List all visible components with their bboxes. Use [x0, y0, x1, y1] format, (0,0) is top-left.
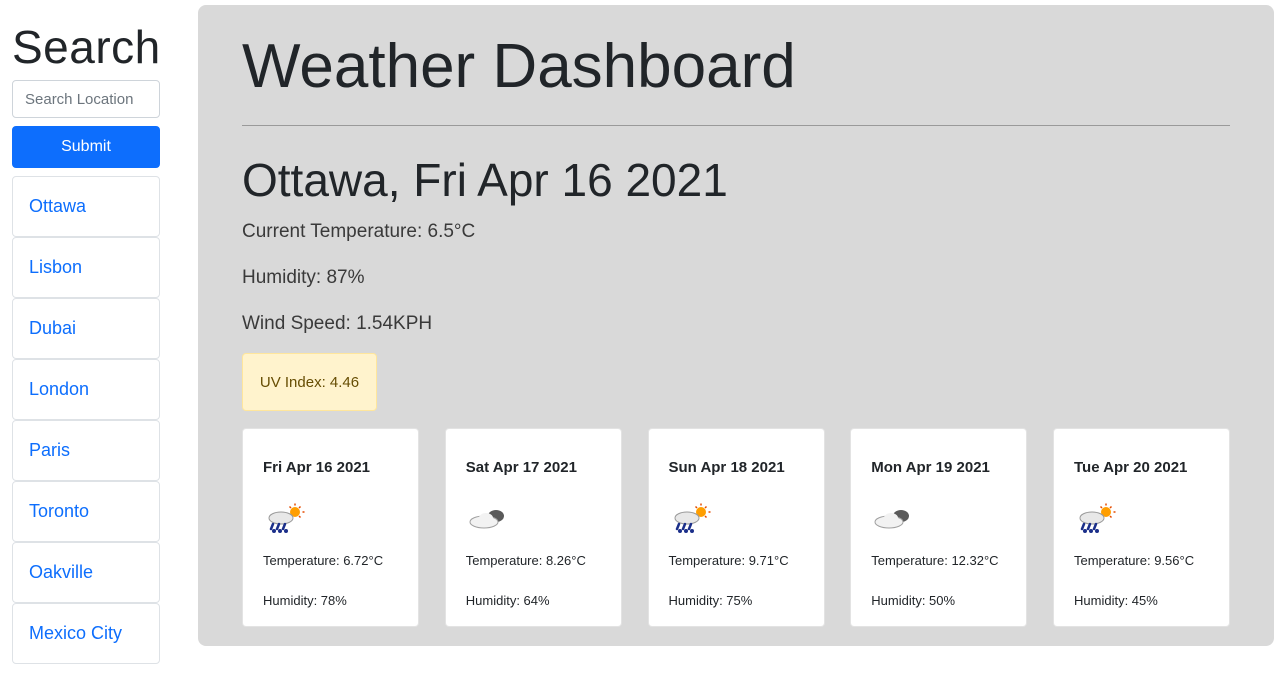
forecast-card: Fri Apr 16 2021 Temperature: 6.72°C Humi…: [242, 428, 419, 627]
forecast-temperature: Temperature: 8.26°C: [465, 553, 586, 568]
current-wind-speed: Wind Speed: 1.54KPH: [242, 313, 433, 334]
forecast-temperature: Temperature: 9.71°C: [668, 553, 789, 568]
forecast-card: Mon Apr 19 2021 Temperature: 12.32°C Hum…: [850, 428, 1028, 627]
divider: [242, 125, 1230, 126]
weather-dashboard: Weather Dashboard Ottawa, Fri Apr 16 202…: [198, 5, 1274, 646]
forecast-humidity: Humidity: 78%: [263, 593, 347, 608]
forecast-card: Sun Apr 18 2021 Temperature: 9.71°C Humi…: [647, 428, 825, 627]
current-city-date: Ottawa, Fri Apr 16 2021: [242, 154, 728, 206]
forecast-humidity: Humidity: 45%: [1074, 593, 1158, 608]
forecast-humidity: Humidity: 50%: [871, 593, 956, 608]
forecast-cards: Fri Apr 16 2021 Temperature: 6.72°C Humi…: [242, 428, 1230, 627]
forecast-temperature: Temperature: 12.32°C: [871, 553, 999, 568]
forecast-date: Mon Apr 19 2021: [871, 459, 990, 476]
current-temperature: Current Temperature: 6.5°C: [242, 221, 476, 242]
page-title: Weather Dashboard: [242, 32, 796, 101]
city-item-dubai[interactable]: Dubai: [12, 298, 160, 359]
cloud-icon: [466, 503, 510, 535]
forecast-humidity: Humidity: 75%: [668, 593, 753, 608]
forecast-temperature: Temperature: 6.72°C: [263, 553, 384, 568]
search-input[interactable]: [12, 80, 160, 118]
cloud-icon: [871, 503, 915, 535]
city-item-paris[interactable]: Paris: [12, 420, 160, 481]
city-item-lisbon[interactable]: Lisbon: [12, 237, 160, 298]
current-humidity: Humidity: 87%: [242, 267, 365, 288]
uv-index-badge: UV Index: 4.46: [242, 353, 377, 411]
rain-sun-icon: [669, 503, 713, 535]
city-history-list: Ottawa Lisbon Dubai London Paris Toronto…: [12, 176, 160, 664]
forecast-date: Sat Apr 17 2021: [465, 459, 577, 476]
rain-sun-icon: [263, 503, 307, 535]
submit-button[interactable]: Submit: [12, 126, 160, 168]
city-item-oakville[interactable]: Oakville: [12, 542, 160, 603]
rain-sun-icon: [1074, 503, 1118, 535]
city-item-london[interactable]: London: [12, 359, 160, 420]
city-item-toronto[interactable]: Toronto: [12, 481, 160, 542]
city-item-ottawa[interactable]: Ottawa: [12, 176, 160, 237]
forecast-date: Tue Apr 20 2021: [1074, 459, 1188, 476]
city-item-mexico-city[interactable]: Mexico City: [12, 603, 160, 664]
forecast-date: Fri Apr 16 2021: [263, 459, 370, 476]
sidebar: Search Submit Ottawa Lisbon Dubai London…: [12, 0, 160, 664]
forecast-humidity: Humidity: 64%: [465, 593, 550, 608]
forecast-card: Tue Apr 20 2021 Temperature: 9.56°C Humi…: [1053, 428, 1230, 627]
sidebar-title: Search: [12, 21, 161, 73]
forecast-temperature: Temperature: 9.56°C: [1074, 553, 1195, 568]
forecast-date: Sun Apr 18 2021: [668, 459, 785, 476]
forecast-card: Sat Apr 17 2021 Temperature: 8.26°C Humi…: [444, 428, 622, 627]
